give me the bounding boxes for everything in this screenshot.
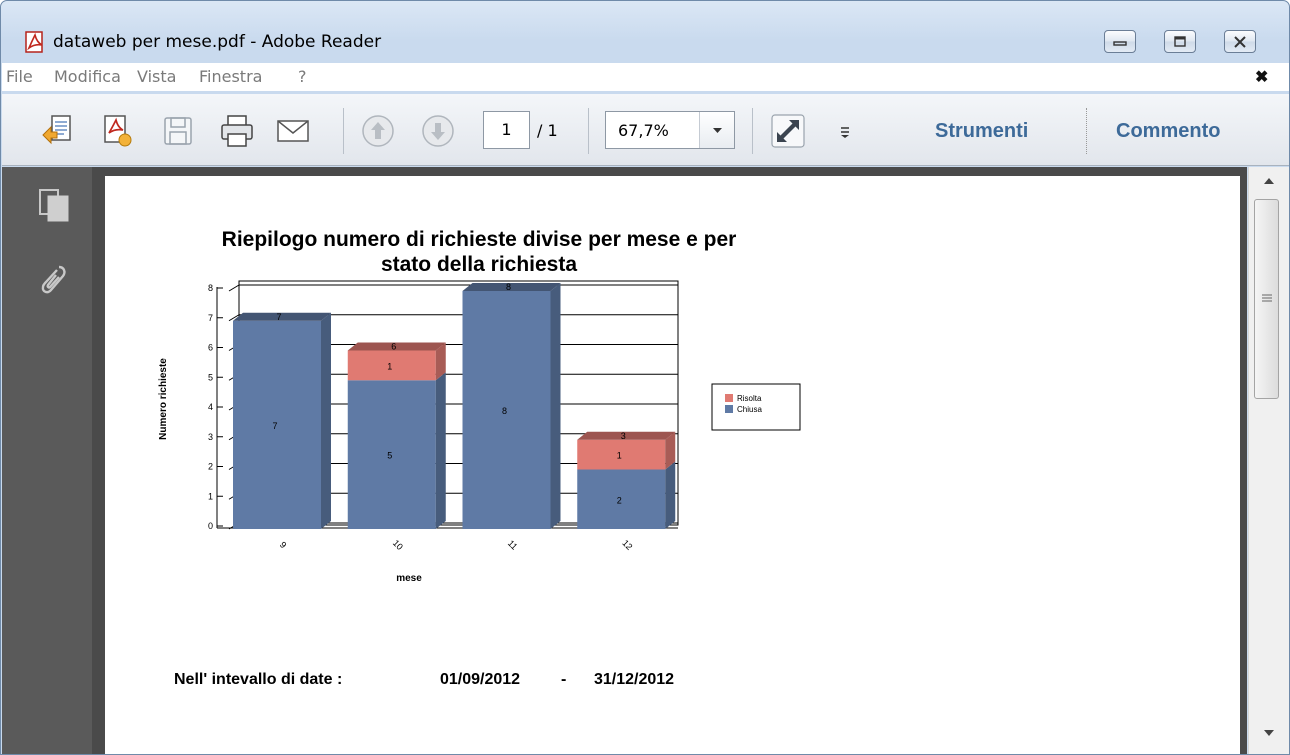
x-axis-title: mese: [396, 573, 422, 584]
date-separator: -: [561, 671, 567, 688]
x-tick-label: 9: [278, 540, 289, 551]
minimize-button[interactable]: [1104, 30, 1136, 53]
vertical-scrollbar[interactable]: [1248, 167, 1289, 754]
scroll-down-icon[interactable]: [1261, 727, 1277, 739]
y-tick-label: 5: [208, 372, 213, 382]
email-icon[interactable]: [275, 113, 311, 149]
toolbar-separator: [752, 108, 753, 154]
zoom-value: 67,7%: [618, 121, 669, 140]
bar-side: [665, 461, 676, 529]
print-icon[interactable]: [219, 113, 255, 149]
chart-title: Riepilogo numero di richieste divise per…: [169, 227, 789, 277]
x-tick-label: 11: [506, 538, 520, 552]
maximize-icon: [1174, 36, 1186, 47]
bar-chart: 01234567877951610881121312meseNumero ric…: [158, 280, 801, 584]
toolbar-options-icon[interactable]: [827, 113, 863, 149]
page-total: / 1: [537, 121, 558, 140]
adobe-reader-icon: [25, 31, 43, 53]
chevron-down-icon: [713, 128, 722, 133]
legend-label: Chiusa: [737, 405, 762, 414]
legend-swatch: [725, 394, 733, 402]
close-icon: [1234, 36, 1246, 48]
bar-value-label: 2: [617, 495, 622, 505]
create-pdf-icon[interactable]: [99, 113, 135, 149]
comment-button[interactable]: Commento: [1116, 120, 1220, 143]
page-number-input[interactable]: 1: [483, 111, 530, 149]
bar-top: [577, 431, 676, 440]
toolbar: 1 / 1 67,7% Strumenti Commento: [2, 94, 1289, 166]
close-document-icon[interactable]: ✖: [1255, 67, 1268, 87]
x-tick-label: 10: [391, 538, 405, 552]
menu-finestra[interactable]: Finestra: [199, 67, 262, 86]
toolbar-separator: [1086, 108, 1087, 154]
bar-total-label: 3: [621, 431, 626, 441]
y-tick-label: 6: [208, 343, 213, 353]
bar-total-label: 6: [391, 342, 396, 352]
bar-total-label: 8: [506, 282, 511, 292]
x-tick-label: 12: [620, 538, 634, 552]
tools-button[interactable]: Strumenti: [935, 120, 1028, 143]
legend-swatch: [725, 405, 733, 413]
y-tick-label: 4: [208, 402, 213, 412]
y-tick-label: 0: [208, 521, 213, 531]
bar-top: [462, 283, 561, 291]
gridline-depth: [228, 284, 240, 292]
scroll-up-icon[interactable]: [1261, 175, 1277, 187]
scrollbar-thumb[interactable]: [1254, 199, 1279, 399]
y-tick-label: 3: [208, 432, 213, 442]
date-to: 31/12/2012: [594, 671, 675, 688]
chart-title-line1: Riepilogo numero di richieste divise per…: [221, 228, 737, 251]
bar-value-label: 5: [387, 451, 392, 461]
toolbar-separator: [588, 108, 589, 154]
bar-side: [321, 312, 331, 529]
title-bar: dataweb per mese.pdf - Adobe Reader: [1, 1, 1289, 57]
toolbar-separator: [343, 108, 344, 154]
grip-icon: [1262, 294, 1272, 302]
menu-vista[interactable]: Vista: [137, 67, 176, 86]
bar-top: [347, 342, 446, 351]
y-tick-label: 7: [208, 313, 213, 323]
date-from: 01/09/2012: [440, 671, 521, 688]
date-range-label: Nell' intevallo di date :: [174, 671, 343, 688]
menu-modifica[interactable]: Modifica: [54, 67, 121, 86]
menu-file[interactable]: File: [6, 67, 33, 86]
attachments-icon[interactable]: [37, 261, 71, 299]
maximize-button[interactable]: [1164, 30, 1196, 53]
navigation-pane: [2, 167, 92, 754]
app-window: dataweb per mese.pdf - Adobe Reader File…: [0, 0, 1290, 755]
menu-help[interactable]: ?: [298, 67, 307, 86]
bar-total-label: 7: [276, 312, 281, 322]
close-button[interactable]: [1224, 30, 1256, 53]
open-file-icon[interactable]: [40, 113, 76, 149]
y-tick-label: 1: [208, 491, 213, 501]
menu-bar: File Modifica Vista Finestra ? ✖: [2, 63, 1289, 91]
y-tick-label: 2: [208, 462, 213, 472]
bar-side: [435, 372, 446, 529]
zoom-dropdown-button[interactable]: [699, 112, 734, 148]
previous-page-icon[interactable]: [360, 113, 396, 149]
bar-top: [233, 312, 331, 321]
save-icon[interactable]: [160, 113, 196, 149]
page-thumbnails-icon[interactable]: [37, 187, 71, 223]
bar-side: [550, 283, 561, 529]
y-tick-label: 8: [208, 283, 213, 293]
y-axis-title: Numero richieste: [158, 358, 169, 440]
next-page-icon[interactable]: [420, 113, 456, 149]
legend-label: Risolta: [737, 394, 762, 403]
minimize-icon: [1113, 41, 1127, 46]
zoom-select[interactable]: 67,7%: [605, 111, 735, 149]
bar-value-label: 1: [387, 361, 392, 371]
window-title: dataweb per mese.pdf - Adobe Reader: [53, 32, 382, 52]
bar-value-label: 8: [502, 406, 507, 416]
bar-value-label: 1: [617, 451, 622, 461]
bar-value-label: 7: [272, 421, 277, 431]
full-screen-icon[interactable]: [770, 113, 806, 149]
